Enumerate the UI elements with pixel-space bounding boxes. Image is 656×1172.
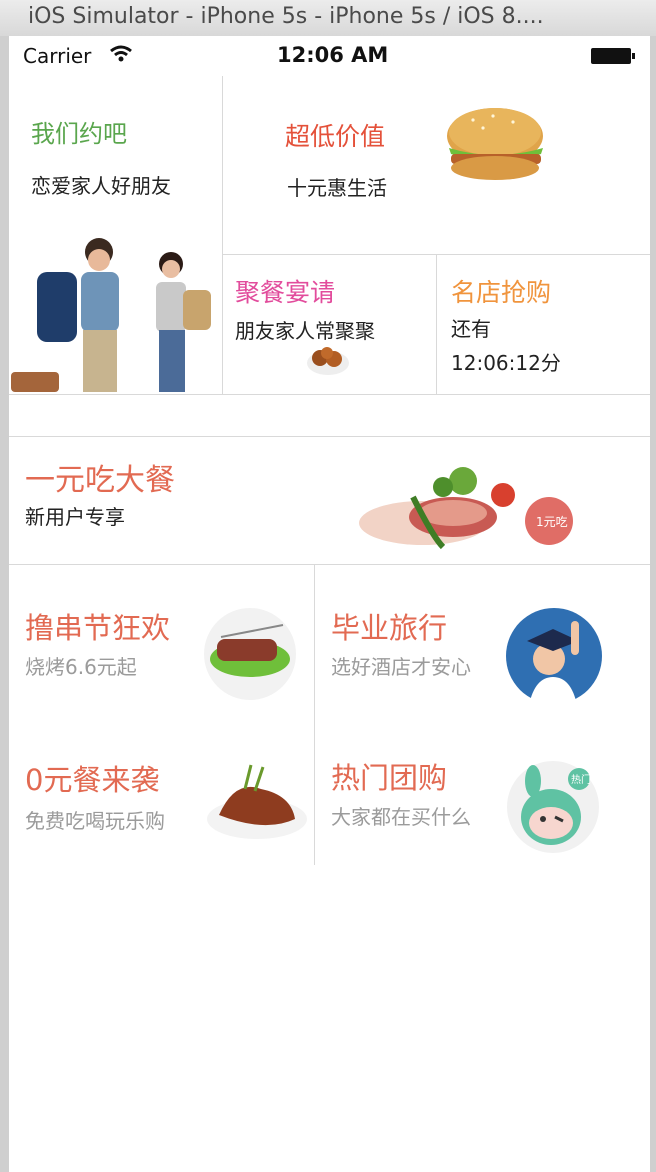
tile-free-meal[interactable]: 0元餐来袭 免费吃喝玩乐购 bbox=[9, 715, 314, 865]
tile-bbq[interactable]: 撸串节狂欢 烧烤6.6元起 bbox=[9, 565, 314, 715]
flash-sale-title: 名店抢购 bbox=[451, 278, 552, 307]
graduate-image bbox=[506, 608, 602, 705]
tile-free-meal-title: 0元餐来袭 bbox=[25, 763, 160, 797]
promo-badge: 1元吃 bbox=[536, 515, 568, 529]
flash-sale-label: 还有 bbox=[451, 317, 491, 341]
tile-bbq-subtitle: 烧烤6.6元起 bbox=[25, 655, 137, 679]
dish-image bbox=[307, 347, 349, 375]
status-bar: Carrier 12:06 AM bbox=[9, 36, 650, 76]
tile-hot-deals-title: 热门团购 bbox=[331, 761, 448, 795]
flash-sale-block[interactable]: 名店抢购 还有 12:06:12分 bbox=[437, 255, 650, 394]
value-block-subtitle: 十元惠生活 bbox=[287, 176, 387, 200]
burger-image bbox=[447, 108, 543, 180]
promo-title: 一元吃大餐 bbox=[25, 463, 175, 498]
date-block[interactable]: 我们约吧 恋爱家人好朋友 bbox=[9, 76, 222, 394]
tile-free-meal-subtitle: 免费吃喝玩乐购 bbox=[25, 809, 165, 833]
status-time: 12:06 AM bbox=[277, 43, 389, 67]
party-block-subtitle: 朋友家人常聚聚 bbox=[235, 319, 375, 343]
window-frame-right bbox=[650, 36, 656, 1172]
divider bbox=[9, 394, 650, 395]
fresh-food-image bbox=[359, 467, 573, 550]
tile-hot-deals-subtitle: 大家都在买什么 bbox=[331, 805, 471, 829]
roast-meat-image bbox=[207, 764, 307, 839]
tile-bbq-title: 撸串节狂欢 bbox=[25, 611, 171, 645]
wifi-icon bbox=[110, 45, 132, 62]
bbq-skewer-image bbox=[204, 608, 296, 700]
couple-photo bbox=[11, 238, 211, 392]
value-block-title: 超低价值 bbox=[285, 122, 386, 151]
phone-screen: Carrier 12:06 AM 我们约吧 恋爱家人好朋友 超低价值 十元惠生活… bbox=[9, 36, 650, 1172]
hot-badge: 热门 bbox=[571, 775, 591, 786]
mascot-image bbox=[507, 761, 599, 853]
party-block[interactable]: 聚餐宴请 朋友家人常聚聚 bbox=[223, 255, 436, 394]
simulator-title-bar: iOS Simulator - iPhone 5s - iPhone 5s / … bbox=[0, 0, 656, 37]
date-block-title: 我们约吧 bbox=[31, 120, 127, 148]
battery-icon bbox=[591, 48, 635, 64]
tile-graduation-title: 毕业旅行 bbox=[331, 611, 448, 645]
promo-subtitle: 新用户专享 bbox=[25, 505, 125, 529]
tile-graduation[interactable]: 毕业旅行 选好酒店才安心 bbox=[315, 565, 650, 715]
promo-banner[interactable]: 一元吃大餐 新用户专享 1元吃 bbox=[9, 437, 650, 564]
date-block-subtitle: 恋爱家人好朋友 bbox=[31, 174, 171, 198]
party-block-title: 聚餐宴请 bbox=[235, 278, 336, 307]
tile-hot-deals[interactable]: 热门团购 大家都在买什么 热门 bbox=[315, 715, 650, 865]
flash-sale-countdown: 12:06:12分 bbox=[451, 351, 561, 375]
window-title: iOS Simulator - iPhone 5s - iPhone 5s / … bbox=[28, 4, 544, 29]
value-block[interactable]: 超低价值 十元惠生活 bbox=[223, 76, 650, 254]
tile-graduation-subtitle: 选好酒店才安心 bbox=[331, 655, 471, 679]
window-frame-left bbox=[0, 36, 9, 1172]
carrier-label: Carrier bbox=[23, 44, 92, 68]
